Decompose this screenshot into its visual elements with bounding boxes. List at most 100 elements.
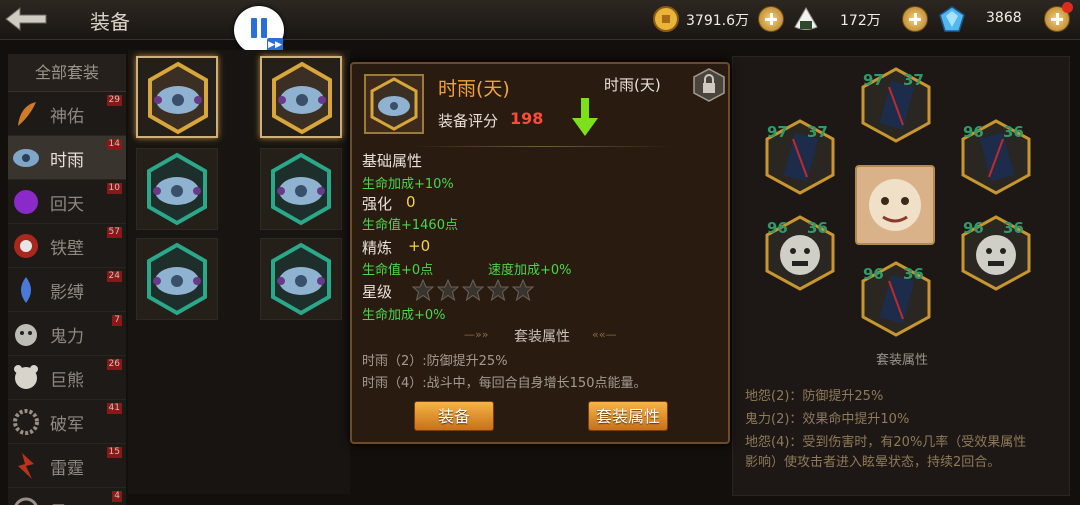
- set-count-badge: 10: [106, 183, 122, 194]
- set-count-badge: 41: [106, 403, 122, 414]
- add-gold-button[interactable]: [758, 6, 784, 32]
- gem-resource: 3868: [938, 5, 1078, 33]
- enhance-value: 0: [406, 193, 416, 211]
- gold-amount: 3791.6万: [686, 13, 749, 29]
- equipped-slot[interactable]: 96 36: [959, 215, 1033, 291]
- shiyu-teal-equipment-icon: [147, 242, 207, 316]
- equipment-slot[interactable]: [136, 148, 218, 230]
- hero-portrait[interactable]: [855, 165, 935, 245]
- set-item-leiting[interactable]: 雷霆 15: [8, 444, 126, 488]
- gold-coin-icon: [653, 6, 679, 32]
- lock-icon[interactable]: [692, 68, 726, 102]
- feather-icon: [18, 102, 36, 126]
- equipped-set-panel: 97 37 97 37 96 36 96 36 96 36 96 36 套装属性…: [732, 56, 1070, 496]
- gold-resource: 3791.6万: [652, 5, 792, 33]
- set-item-tiebi[interactable]: 铁壁 57: [8, 224, 126, 268]
- compare-equipment-name: 时雨(天): [604, 76, 661, 94]
- set-item-label: 雷霆: [50, 459, 84, 479]
- set-item-shenyou[interactable]: 神佑 29: [8, 92, 126, 136]
- set-bonus-2: 时雨（2）:防御提升25%: [362, 354, 508, 369]
- set-item-label: 巨熊: [50, 371, 84, 391]
- set-count-badge: 29: [106, 95, 122, 106]
- set-item-huitian[interactable]: 回天 10: [8, 180, 126, 224]
- set-filter-list: 全部套装 神佑 29 时雨 14 回天 10 铁壁 57 影缚 24 鬼力 7 …: [8, 54, 126, 505]
- equipment-slot[interactable]: [136, 238, 218, 320]
- shiyu-gold-equipment-icon: [370, 77, 418, 131]
- set-attr-title: 套装属性: [514, 329, 570, 345]
- equipment-slot[interactable]: [260, 148, 342, 230]
- set-count-badge: 57: [106, 227, 122, 238]
- rice-amount: 172万: [840, 13, 881, 29]
- set-item-fengren[interactable]: 风刃 4: [8, 488, 126, 505]
- equipped-slot[interactable]: 97 37: [859, 67, 933, 143]
- oni-mask-icon: [15, 324, 37, 346]
- equipped-slot[interactable]: 96 36: [959, 119, 1033, 195]
- back-arrow-icon[interactable]: [0, 4, 54, 34]
- hero-face-icon: [869, 179, 921, 231]
- refine-stat: 生命值+0点: [362, 263, 434, 278]
- enhance-stat: 生命值+1460点: [362, 218, 458, 233]
- set-count-badge: 4: [112, 491, 122, 502]
- pause-icon: [251, 18, 257, 38]
- equipped-slot[interactable]: 97 37: [763, 119, 837, 195]
- refine-label: 精炼: [362, 239, 393, 257]
- equipped-slot[interactable]: 96 36: [763, 215, 837, 291]
- star-label: 星级: [362, 283, 393, 301]
- set-item-label: 风刃: [50, 498, 84, 505]
- score-value: 198: [510, 109, 544, 128]
- rice-resource: 172万: [792, 5, 932, 33]
- empty-star-icon: [437, 279, 459, 301]
- popup-equipment-icon: [364, 74, 424, 134]
- purple-orb-icon: [14, 190, 38, 214]
- star-stat: 生命加成+0%: [362, 308, 446, 323]
- equipment-slot[interactable]: [260, 238, 342, 320]
- set-item-label: 破军: [50, 415, 84, 435]
- gem-icon: [939, 6, 965, 32]
- enhance-label: 强化: [362, 195, 393, 213]
- blue-flame-icon: [21, 277, 31, 303]
- shiyu-gold-equipment-icon: [272, 61, 332, 135]
- set-item-pojun[interactable]: 破军 41: [8, 400, 126, 444]
- add-rice-button[interactable]: [902, 6, 928, 32]
- set-item-guili[interactable]: 鬼力 7: [8, 312, 126, 356]
- bear-mask-icon: [14, 365, 38, 389]
- rice-ball-icon: [794, 7, 818, 30]
- score-label: 装备评分: [438, 112, 499, 130]
- equipment-slot[interactable]: [260, 56, 342, 138]
- set-item-yingfu[interactable]: 影缚 24: [8, 268, 126, 312]
- equipment-slot[interactable]: [136, 56, 218, 138]
- set-item-juxiong[interactable]: 巨熊 26: [8, 356, 126, 400]
- top-bar: 装备 3791.6万 172万 3868: [0, 0, 1080, 40]
- set-attr-button[interactable]: 套装属性: [588, 401, 668, 431]
- empty-star-icon: [487, 279, 509, 301]
- refine-stat: 速度加成+0%: [488, 263, 572, 278]
- all-sets-tab[interactable]: 全部套装: [8, 54, 126, 92]
- equip-button[interactable]: 装备: [414, 401, 494, 431]
- set-item-label: 神佑: [50, 107, 84, 127]
- set-item-label: 鬼力: [50, 327, 84, 347]
- gem-amount: 3868: [986, 10, 1022, 26]
- refine-value: +0: [408, 237, 431, 255]
- empty-star-icon: [512, 279, 534, 301]
- shiyu-teal-equipment-icon: [271, 152, 331, 226]
- set-item-label: 铁壁: [50, 239, 84, 259]
- set-item-label: 时雨: [50, 151, 84, 171]
- equipment-detail-popup: 时雨(天) 时雨(天) 装备评分 198 基础属性 生命加成+10% 强化 0 …: [350, 62, 730, 444]
- pause-button[interactable]: ▶▶: [234, 6, 284, 54]
- right-set-title: 套装属性: [875, 353, 928, 368]
- equipped-slot[interactable]: 96 36: [859, 261, 933, 337]
- empty-star-icon: [412, 279, 434, 301]
- base-attr-title: 基础属性: [362, 152, 423, 170]
- ring-icon: [13, 409, 39, 435]
- thunder-icon: [18, 453, 34, 479]
- set-count-badge: 14: [106, 139, 122, 150]
- page-title: 装备: [90, 10, 130, 34]
- wind-blade-icon: [14, 497, 38, 505]
- shiyu-teal-equipment-icon: [271, 242, 331, 316]
- set-item-label: 影缚: [50, 283, 84, 303]
- set-item-shiyu[interactable]: 时雨 14: [8, 136, 126, 180]
- set-count-badge: 7: [112, 315, 122, 326]
- set-bonus-4: 时雨（4）:战斗中，每回合自身增长150点能量。: [362, 376, 647, 391]
- set-item-label: 回天: [50, 195, 84, 215]
- set-bonus-line: 地怨(2)：防御提升25%: [745, 389, 884, 404]
